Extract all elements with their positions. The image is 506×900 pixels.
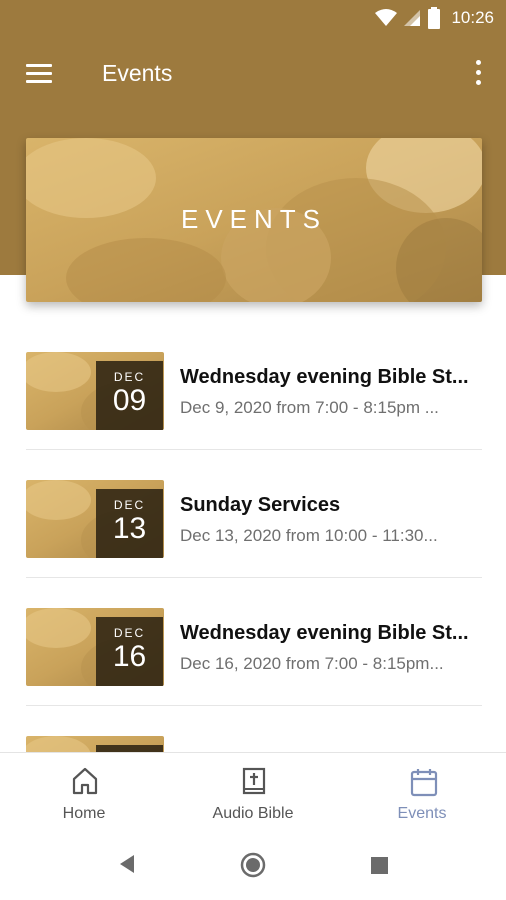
events-hero-banner: EVENTS [26, 138, 482, 302]
date-month: DEC [113, 498, 146, 512]
back-icon[interactable] [118, 854, 136, 874]
event-item[interactable]: DEC 09 Wednesday evening Bible St... Dec… [26, 322, 482, 450]
wifi-icon [375, 9, 398, 26]
event-thumbnail: DEC 13 [26, 480, 164, 558]
event-item[interactable]: DEC 16 Wednesday evening Bible St... Dec… [26, 578, 482, 706]
home-icon [72, 767, 98, 795]
status-icons: 10:26 [375, 7, 494, 29]
date-day: 13 [112, 512, 147, 545]
date-badge: DEC 16 [96, 617, 163, 686]
calendar-icon [410, 769, 438, 797]
event-list: DEC 09 Wednesday evening Bible St... Dec… [0, 322, 506, 752]
date-day: 09 [112, 384, 147, 417]
date-day: 16 [112, 640, 147, 673]
recents-icon[interactable] [371, 857, 388, 874]
event-datetime: Dec 13, 2020 from 10:00 - 11:30... [180, 526, 438, 545]
app-bar: Events [0, 36, 506, 112]
nav-events[interactable]: Events [338, 753, 506, 837]
home-button-icon[interactable] [240, 852, 266, 878]
nav-audio-bible[interactable]: Audio Bible [169, 753, 337, 837]
event-item[interactable]: DEC 13 Sunday Services Dec 13, 2020 from… [26, 450, 482, 578]
event-item[interactable] [26, 706, 482, 752]
nav-label: Audio Bible [212, 805, 294, 822]
event-thumbnail: DEC 09 [26, 352, 164, 430]
date-month: DEC [113, 626, 146, 640]
nav-label: Events [397, 805, 447, 822]
date-badge: DEC 13 [96, 489, 163, 558]
date-month: DEC [113, 370, 146, 384]
status-time: 10:26 [451, 8, 494, 27]
hero-title: EVENTS [180, 204, 328, 234]
menu-icon[interactable] [26, 64, 54, 84]
nav-home[interactable]: Home [0, 753, 168, 837]
status-bar: 10:26 [0, 0, 506, 36]
bottom-navigation: Home Audio Bible Events [0, 752, 506, 836]
page-title: Events [102, 60, 173, 86]
more-options-icon[interactable] [474, 60, 482, 86]
event-thumbnail: DEC 16 [26, 608, 164, 686]
battery-icon [428, 7, 441, 29]
event-datetime: Dec 9, 2020 from 7:00 - 8:15pm ... [180, 398, 439, 417]
bible-icon [242, 767, 266, 795]
date-badge: DEC 09 [96, 361, 163, 430]
nav-label: Home [62, 805, 106, 822]
event-title: Sunday Services [180, 494, 341, 516]
system-navigation-bar [0, 836, 506, 900]
signal-icon [404, 10, 421, 26]
event-datetime: Dec 16, 2020 from 7:00 - 8:15pm... [180, 654, 444, 673]
date-badge [96, 745, 163, 752]
event-thumbnail [26, 736, 164, 752]
event-title: Wednesday evening Bible St... [180, 622, 469, 644]
event-title: Wednesday evening Bible St... [180, 366, 469, 388]
